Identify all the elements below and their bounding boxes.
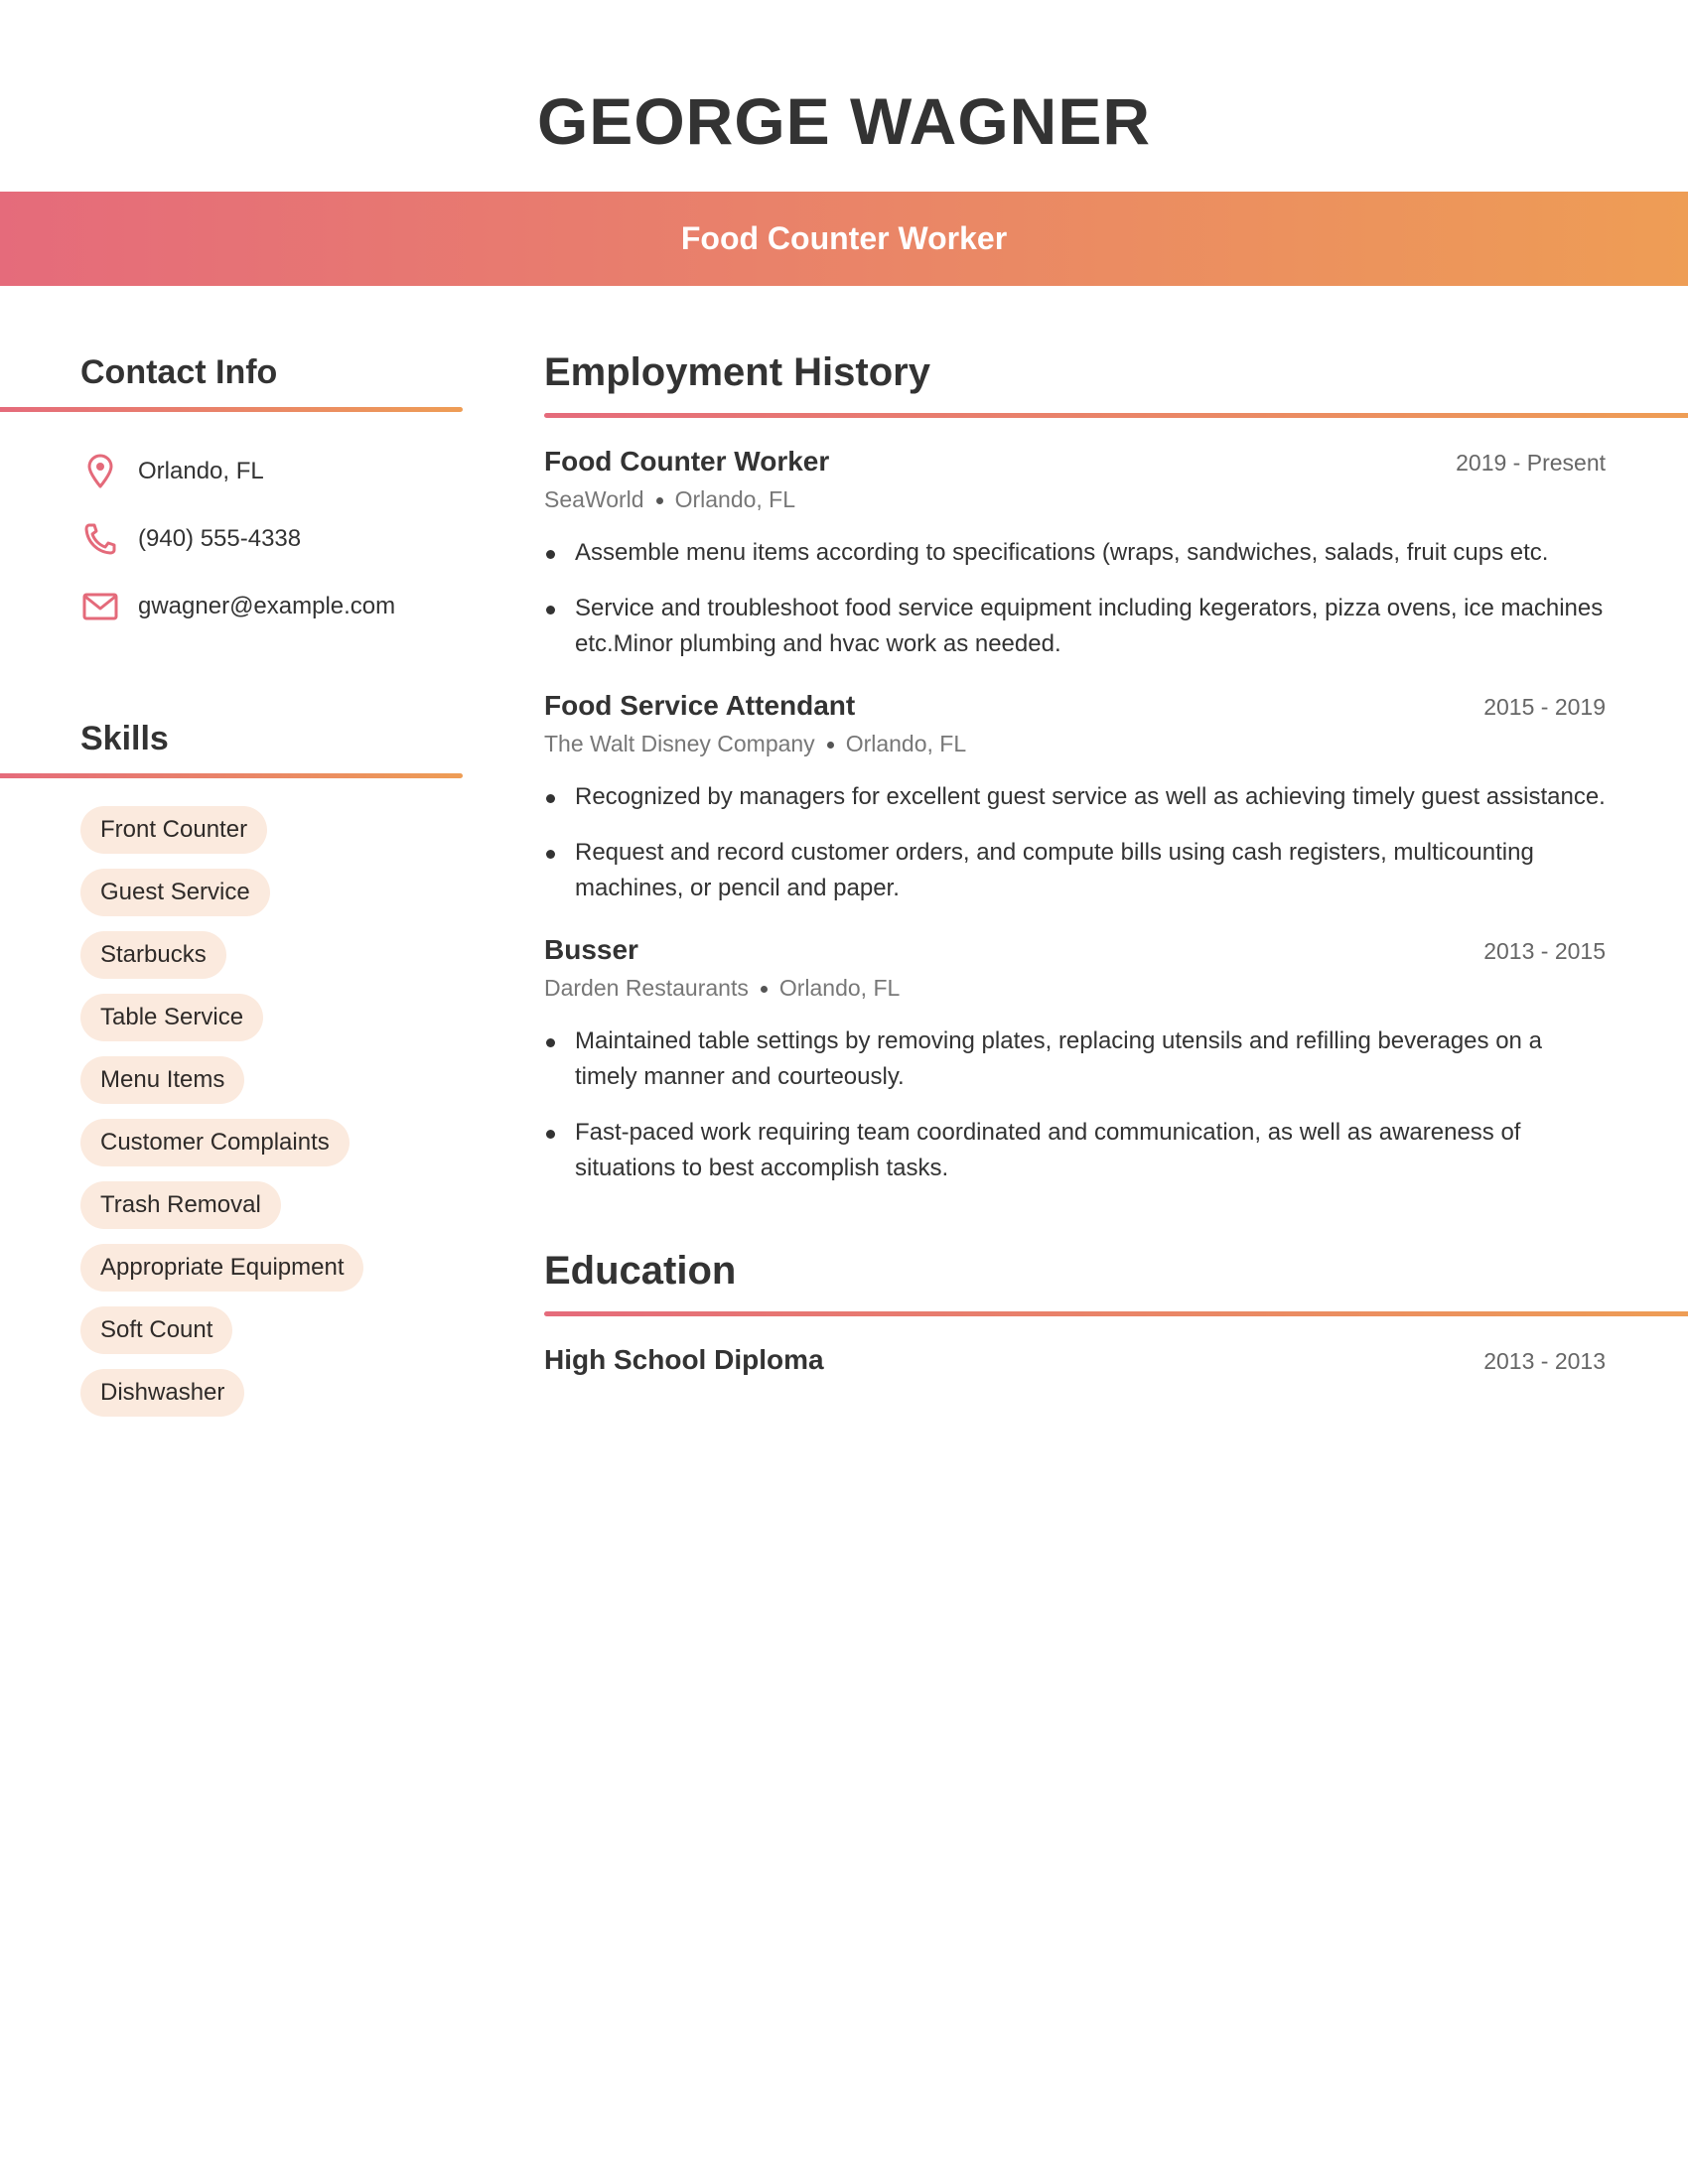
main-column: Employment History Food Counter Worker 2… [544, 347, 1688, 1380]
phone-icon [80, 521, 120, 557]
job-bullet: Request and record customer orders, and … [544, 835, 1606, 906]
job-title-banner-text: Food Counter Worker [680, 220, 1008, 256]
job-employer-line: SeaWorld Orlando, FL [544, 481, 1606, 517]
education-section: Education High School Diploma 2013 - 201… [544, 1246, 1688, 1380]
job-bullet: Service and troubleshoot food service eq… [544, 591, 1606, 662]
skill-chip: Front Counter [80, 806, 268, 854]
contact-heading: Contact Info [80, 353, 278, 391]
job-company: SeaWorld [544, 486, 644, 512]
job-dates: 2019 - Present [1456, 450, 1606, 476]
education-entry: High School Diploma 2013 - 2013 [544, 1340, 1606, 1380]
skill-chip: Customer Complaints [80, 1119, 350, 1166]
contact-phone: (940) 555-4338 [80, 505, 463, 573]
skills-divider [0, 773, 463, 778]
contact-email: gwagner@example.com [80, 573, 463, 640]
left-column: Contact Info Orlando, FL (940) 555-4338 … [0, 347, 463, 1432]
skill-chip: Trash Removal [80, 1181, 281, 1229]
candidate-name: GEORGE WAGNER [536, 84, 1152, 158]
separator-dot [826, 742, 834, 750]
job-bullets: Maintained table settings by removing pl… [544, 1024, 1606, 1186]
contact-location-text: Orlando, FL [138, 458, 264, 484]
job-bullet: Assemble menu items according to specifi… [544, 535, 1606, 571]
job-title: Busser [544, 934, 638, 965]
education-dates: 2013 - 2013 [1483, 1348, 1606, 1374]
skill-chip: Guest Service [80, 869, 270, 916]
skills-list: Front Counter Guest Service Starbucks Ta… [80, 806, 463, 1417]
job-bullets: Assemble menu items according to specifi… [544, 535, 1606, 662]
skills-section: Skills Front Counter Guest Service Starb… [0, 714, 463, 1417]
employment-section: Employment History Food Counter Worker 2… [544, 347, 1688, 1186]
job-employer-line: The Walt Disney Company Orlando, FL [544, 726, 1606, 761]
job-bullets: Recognized by managers for excellent gue… [544, 779, 1606, 906]
contact-email-text[interactable]: gwagner@example.com [138, 593, 395, 620]
job-company: Darden Restaurants [544, 975, 749, 1001]
skill-chip: Appropriate Equipment [80, 1244, 364, 1292]
job-location: Orlando, FL [778, 975, 901, 1001]
separator-dot [760, 986, 768, 994]
job-dates: 2013 - 2015 [1483, 938, 1606, 964]
envelope-icon [80, 589, 120, 624]
contact-location: Orlando, FL [80, 438, 463, 505]
employment-heading: Employment History [544, 350, 930, 394]
skill-chip: Table Service [80, 994, 264, 1041]
contact-divider [0, 407, 463, 412]
job-location: Orlando, FL [674, 486, 796, 512]
skill-chip: Starbucks [80, 931, 226, 979]
job-entry: Food Service Attendant 2015 - 2019 The W… [544, 686, 1606, 906]
degree-title: High School Diploma [544, 1344, 824, 1375]
skills-heading: Skills [80, 720, 169, 757]
job-dates: 2015 - 2019 [1483, 694, 1606, 720]
job-bullet: Recognized by managers for excellent gue… [544, 779, 1606, 815]
job-bullet: Maintained table settings by removing pl… [544, 1024, 1606, 1095]
education-divider [544, 1311, 1688, 1316]
job-title: Food Counter Worker [544, 446, 830, 477]
skill-chip: Dishwasher [80, 1369, 245, 1417]
job-location: Orlando, FL [845, 731, 967, 756]
job-bullet: Fast-paced work requiring team coordinat… [544, 1115, 1606, 1186]
education-heading: Education [544, 1249, 737, 1293]
separator-dot [655, 497, 663, 505]
location-pin-icon [80, 454, 120, 489]
skill-chip: Menu Items [80, 1056, 245, 1104]
contact-phone-text: (940) 555-4338 [138, 525, 302, 552]
contact-section: Contact Info Orlando, FL (940) 555-4338 … [0, 347, 463, 640]
job-company: The Walt Disney Company [544, 731, 815, 756]
employment-divider [544, 413, 1688, 418]
job-employer-line: Darden Restaurants Orlando, FL [544, 970, 1606, 1006]
job-entry: Food Counter Worker 2019 - Present SeaWo… [544, 442, 1606, 662]
job-title: Food Service Attendant [544, 690, 856, 721]
skill-chip: Soft Count [80, 1306, 233, 1354]
job-entry: Busser 2013 - 2015 Darden Restaurants Orl… [544, 930, 1606, 1186]
contact-list: Orlando, FL (940) 555-4338 gwagner@examp… [80, 438, 463, 640]
title-banner: Food Counter Worker [0, 192, 1688, 286]
